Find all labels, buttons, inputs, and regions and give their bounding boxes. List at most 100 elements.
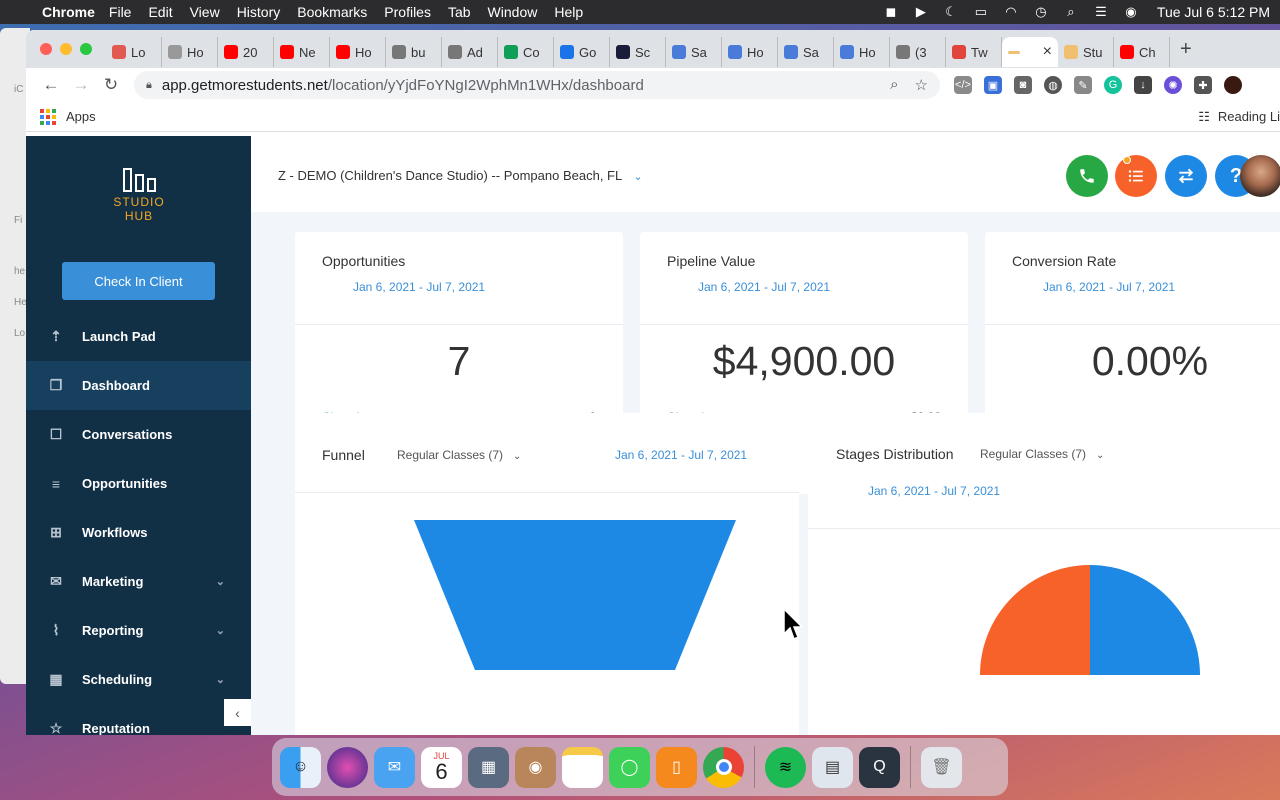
card-extension-icon[interactable]: ▣ xyxy=(984,76,1002,94)
collapse-sidebar-button[interactable]: ‹ xyxy=(224,699,251,726)
messages-icon[interactable]: ◯ xyxy=(609,746,650,788)
camera-extension-icon[interactable]: ◙ xyxy=(1014,76,1032,94)
spotify-icon[interactable]: ≋ xyxy=(765,746,806,788)
globe-extension-icon[interactable]: ◍ xyxy=(1044,76,1062,94)
calendar-icon[interactable]: JUL 6 xyxy=(421,746,462,788)
apps-bookmark[interactable]: Apps xyxy=(66,109,96,124)
code-extension-icon[interactable]: </> xyxy=(954,76,972,94)
tab-13[interactable]: Ho xyxy=(834,37,890,67)
wifi-icon[interactable]: ◠ xyxy=(1003,4,1019,19)
tab-5[interactable]: bu xyxy=(386,37,442,67)
pencil-extension-icon[interactable]: ✎ xyxy=(1074,76,1092,94)
stages-date[interactable]: Jan 6, 2021 - Jul 7, 2021 xyxy=(868,484,1000,498)
tab-close-icon[interactable]: × xyxy=(1043,43,1052,61)
menu-view[interactable]: View xyxy=(190,4,220,20)
spotlight-icon[interactable]: ⌕ xyxy=(1063,4,1079,19)
check-in-client-button[interactable]: Check In Client xyxy=(62,262,215,300)
battery-icon[interactable]: ▭ xyxy=(973,4,989,19)
tab-7[interactable]: Co xyxy=(498,37,554,67)
tab-11[interactable]: Ho xyxy=(722,37,778,67)
zoom-icon[interactable]: ⌕ xyxy=(890,76,898,94)
sparkle-extension-icon[interactable]: ✺ xyxy=(1164,76,1182,94)
menu-app-name[interactable]: Chrome xyxy=(42,4,95,20)
bookmark-star-icon[interactable]: ☆ xyxy=(915,76,928,94)
launchpad-icon[interactable]: ▦ xyxy=(468,746,509,788)
tab-10[interactable]: Sa xyxy=(666,37,722,67)
tab-a1[interactable]: Ch xyxy=(1114,37,1170,67)
quicktime-icon[interactable]: Q xyxy=(859,746,900,788)
puzzle-extensions-icon[interactable]: ✚ xyxy=(1194,76,1212,94)
funnel-stage-shape[interactable] xyxy=(414,520,736,670)
tab-4[interactable]: Ho xyxy=(330,37,386,67)
menu-bookmarks[interactable]: Bookmarks xyxy=(297,4,367,20)
tab-8[interactable]: Go xyxy=(554,37,610,67)
user-avatar[interactable] xyxy=(1240,155,1280,197)
siri-icon[interactable]: ◉ xyxy=(1123,4,1139,19)
tab-1[interactable]: Ho xyxy=(162,37,218,67)
books-icon[interactable]: ▯ xyxy=(656,746,697,788)
tab-14[interactable]: (3 xyxy=(890,37,946,67)
forward-icon[interactable]: → xyxy=(66,75,96,95)
sidebar-item-conversations[interactable]: ☐ Conversations xyxy=(26,410,251,459)
download-icon[interactable]: ↓ xyxy=(1134,76,1152,94)
address-bar[interactable]: 🔒︎ app.getmorestudents.net /location/yYj… xyxy=(134,71,940,99)
siri-app-icon[interactable] xyxy=(327,746,368,788)
menu-file[interactable]: File xyxy=(109,4,132,20)
switch-button[interactable] xyxy=(1165,155,1207,197)
tab-12[interactable]: Sa xyxy=(778,37,834,67)
apps-grid-icon[interactable] xyxy=(40,108,56,125)
tab-9[interactable]: Sc xyxy=(610,37,666,67)
menu-history[interactable]: History xyxy=(237,4,281,20)
card-date-range[interactable]: Jan 6, 2021 - Jul 7, 2021 xyxy=(353,280,485,294)
tab-a0[interactable]: Stu xyxy=(1058,37,1114,67)
zoom-window-button[interactable] xyxy=(80,43,92,55)
notes-icon[interactable] xyxy=(562,746,603,788)
menu-window[interactable]: Window xyxy=(488,4,538,20)
tasks-button[interactable] xyxy=(1115,155,1157,197)
sidebar-item-opportunities[interactable]: ≡ Opportunities xyxy=(26,459,251,508)
tab-2[interactable]: 20 xyxy=(218,37,274,67)
control-center-icon[interactable]: ☰ xyxy=(1093,4,1109,19)
phone-button[interactable] xyxy=(1066,155,1108,197)
mail-icon[interactable]: ✉ xyxy=(374,746,415,788)
back-icon[interactable]: ← xyxy=(36,75,66,95)
studio-hub-logo[interactable]: STUDIO HUB xyxy=(104,168,174,223)
sidebar-item-dashboard[interactable]: ❐ Dashboard xyxy=(26,361,251,410)
pie-slice-blue[interactable] xyxy=(1090,565,1200,675)
play-icon[interactable]: ▶ xyxy=(913,4,929,19)
reload-icon[interactable]: ↻ xyxy=(96,75,126,95)
menubar-clock[interactable]: Tue Jul 6 5:12 PM xyxy=(1157,4,1270,20)
preview-icon[interactable]: ▤ xyxy=(812,746,853,788)
profile-avatar-icon[interactable] xyxy=(1224,76,1242,94)
grammarly-icon[interactable]: G xyxy=(1104,76,1122,94)
time-machine-icon[interactable]: ◷ xyxy=(1033,4,1049,19)
card-date-range[interactable]: Jan 6, 2021 - Jul 7, 2021 xyxy=(698,280,830,294)
sidebar-item-workflows[interactable]: ⊞ Workflows xyxy=(26,508,251,557)
sidebar-item-reporting[interactable]: ⌇ Reporting ⌄ xyxy=(26,606,251,655)
stop-icon[interactable]: ◼ xyxy=(883,4,899,19)
lock-icon[interactable]: 🔒︎ xyxy=(146,79,152,92)
new-tab-button[interactable]: + xyxy=(1180,38,1192,61)
pie-slice-orange[interactable] xyxy=(980,565,1090,675)
tab-active[interactable]: × xyxy=(1002,37,1058,67)
contacts-icon[interactable]: ◉ xyxy=(515,746,556,788)
chrome-icon[interactable] xyxy=(703,746,744,788)
funnel-filter-dropdown[interactable]: Regular Classes (7) ⌄ xyxy=(397,448,521,462)
finder-icon[interactable]: ☺ xyxy=(280,746,321,788)
tab-6[interactable]: Ad xyxy=(442,37,498,67)
reading-list-button[interactable]: ☷ Reading Li xyxy=(1198,109,1280,125)
menu-tab[interactable]: Tab xyxy=(448,4,471,20)
menu-profiles[interactable]: Profiles xyxy=(384,4,431,20)
minimize-window-button[interactable] xyxy=(60,43,72,55)
sidebar-item-launch-pad[interactable]: ⇡ Launch Pad xyxy=(26,312,251,361)
sidebar-item-reputation[interactable]: ☆ Reputation xyxy=(26,704,251,735)
tab-15[interactable]: Tw xyxy=(946,37,1002,67)
funnel-date[interactable]: Jan 6, 2021 - Jul 7, 2021 xyxy=(615,448,747,462)
tab-3[interactable]: Ne xyxy=(274,37,330,67)
close-window-button[interactable] xyxy=(40,43,52,55)
sidebar-item-marketing[interactable]: ✉ Marketing ⌄ xyxy=(26,557,251,606)
trash-icon[interactable]: 🗑︎ xyxy=(921,746,962,788)
sidebar-item-scheduling[interactable]: ▦ Scheduling ⌄ xyxy=(26,655,251,704)
tab-0[interactable]: Lo xyxy=(106,37,162,67)
menu-edit[interactable]: Edit xyxy=(148,4,172,20)
